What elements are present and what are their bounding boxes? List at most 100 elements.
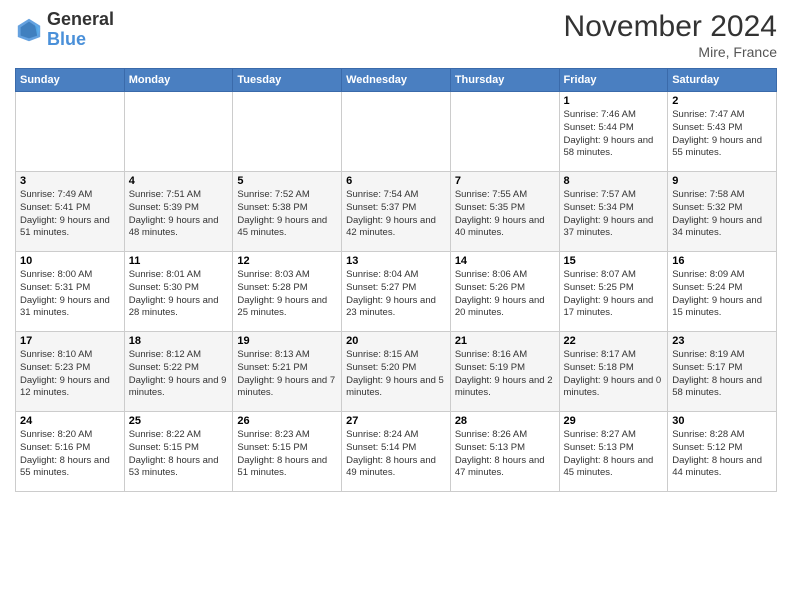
weekday-friday: Friday xyxy=(559,69,668,92)
day-number: 1 xyxy=(564,95,664,107)
weekday-thursday: Thursday xyxy=(450,69,559,92)
calendar-cell: 9 Sunrise: 7:58 AMSunset: 5:32 PMDaylight… xyxy=(668,172,777,252)
weekday-saturday: Saturday xyxy=(668,69,777,92)
day-info: Sunrise: 8:24 AMSunset: 5:14 PMDaylight:… xyxy=(346,429,446,480)
day-info: Sunrise: 7:51 AMSunset: 5:39 PMDaylight:… xyxy=(129,189,229,240)
calendar-cell: 16 Sunrise: 8:09 AMSunset: 5:24 PMDayligh… xyxy=(668,252,777,332)
day-info: Sunrise: 8:10 AMSunset: 5:23 PMDaylight:… xyxy=(20,349,120,400)
day-number: 26 xyxy=(237,415,337,427)
day-number: 25 xyxy=(129,415,229,427)
day-info: Sunrise: 8:27 AMSunset: 5:13 PMDaylight:… xyxy=(564,429,664,480)
header: General Blue November 2024 Mire, France xyxy=(15,10,777,60)
day-number: 5 xyxy=(237,175,337,187)
week-row-3: 10Sunrise: 8:00 AMSunset: 5:31 PMDayligh… xyxy=(16,252,777,332)
day-info: Sunrise: 8:23 AMSunset: 5:15 PMDaylight:… xyxy=(237,429,337,480)
day-number: 6 xyxy=(346,175,446,187)
month-title: November 2024 xyxy=(564,10,777,44)
day-number: 14 xyxy=(455,255,555,267)
day-number: 8 xyxy=(564,175,664,187)
calendar-cell: 29Sunrise: 8:27 AMSunset: 5:13 PMDayligh… xyxy=(559,412,668,492)
calendar-cell: 18 Sunrise: 8:12 AMSunset: 5:22 PMDayligh… xyxy=(124,332,233,412)
calendar-cell: 11 Sunrise: 8:01 AMSunset: 5:30 PMDayligh… xyxy=(124,252,233,332)
day-number: 27 xyxy=(346,415,446,427)
location: Mire, France xyxy=(564,44,777,60)
day-info: Sunrise: 8:01 AMSunset: 5:30 PMDaylight:… xyxy=(129,269,229,320)
day-number: 7 xyxy=(455,175,555,187)
day-number: 4 xyxy=(129,175,229,187)
logo-icon xyxy=(15,16,43,44)
day-number: 13 xyxy=(346,255,446,267)
day-number: 28 xyxy=(455,415,555,427)
day-info: Sunrise: 8:17 AMSunset: 5:18 PMDaylight:… xyxy=(564,349,664,400)
calendar-cell: 2 Sunrise: 7:47 AMSunset: 5:43 PMDaylight… xyxy=(668,92,777,172)
day-info: Sunrise: 7:55 AMSunset: 5:35 PMDaylight:… xyxy=(455,189,555,240)
day-info: Sunrise: 7:57 AMSunset: 5:34 PMDaylight:… xyxy=(564,189,664,240)
day-info: Sunrise: 8:28 AMSunset: 5:12 PMDaylight:… xyxy=(672,429,772,480)
day-number: 9 xyxy=(672,175,772,187)
day-number: 16 xyxy=(672,255,772,267)
page: General Blue November 2024 Mire, France … xyxy=(0,0,792,612)
calendar-cell: 24 Sunrise: 8:20 AMSunset: 5:16 PMDayligh… xyxy=(16,412,125,492)
logo-text: General Blue xyxy=(47,10,114,50)
calendar-cell: 20Sunrise: 8:15 AMSunset: 5:20 PMDayligh… xyxy=(342,332,451,412)
day-info: Sunrise: 8:15 AMSunset: 5:20 PMDaylight:… xyxy=(346,349,446,400)
logo: General Blue xyxy=(15,10,114,50)
calendar-cell: 23 Sunrise: 8:19 AMSunset: 5:17 PMDayligh… xyxy=(668,332,777,412)
calendar-cell: 21Sunrise: 8:16 AMSunset: 5:19 PMDayligh… xyxy=(450,332,559,412)
calendar-cell: 15Sunrise: 8:07 AMSunset: 5:25 PMDayligh… xyxy=(559,252,668,332)
weekday-monday: Monday xyxy=(124,69,233,92)
day-number: 17 xyxy=(20,335,120,347)
day-info: Sunrise: 8:20 AMSunset: 5:16 PMDaylight:… xyxy=(20,429,120,480)
day-info: Sunrise: 7:52 AMSunset: 5:38 PMDaylight:… xyxy=(237,189,337,240)
calendar-cell: 25Sunrise: 8:22 AMSunset: 5:15 PMDayligh… xyxy=(124,412,233,492)
week-row-2: 3 Sunrise: 7:49 AMSunset: 5:41 PMDaylight… xyxy=(16,172,777,252)
calendar-cell xyxy=(342,92,451,172)
day-info: Sunrise: 7:58 AMSunset: 5:32 PMDaylight:… xyxy=(672,189,772,240)
calendar-cell xyxy=(16,92,125,172)
calendar-cell xyxy=(233,92,342,172)
calendar-cell: 17 Sunrise: 8:10 AMSunset: 5:23 PMDayligh… xyxy=(16,332,125,412)
calendar-cell: 4 Sunrise: 7:51 AMSunset: 5:39 PMDaylight… xyxy=(124,172,233,252)
weekday-sunday: Sunday xyxy=(16,69,125,92)
title-block: November 2024 Mire, France xyxy=(564,10,777,60)
day-number: 11 xyxy=(129,255,229,267)
day-info: Sunrise: 8:26 AMSunset: 5:13 PMDaylight:… xyxy=(455,429,555,480)
day-number: 30 xyxy=(672,415,772,427)
day-info: Sunrise: 7:47 AMSunset: 5:43 PMDaylight:… xyxy=(672,109,772,160)
weekday-header-row: SundayMondayTuesdayWednesdayThursdayFrid… xyxy=(16,69,777,92)
week-row-1: 1 Sunrise: 7:46 AMSunset: 5:44 PMDaylight… xyxy=(16,92,777,172)
calendar-cell: 26 Sunrise: 8:23 AMSunset: 5:15 PMDayligh… xyxy=(233,412,342,492)
week-row-4: 17 Sunrise: 8:10 AMSunset: 5:23 PMDayligh… xyxy=(16,332,777,412)
calendar-cell: 19Sunrise: 8:13 AMSunset: 5:21 PMDayligh… xyxy=(233,332,342,412)
day-info: Sunrise: 8:16 AMSunset: 5:19 PMDaylight:… xyxy=(455,349,555,400)
day-number: 3 xyxy=(20,175,120,187)
day-number: 23 xyxy=(672,335,772,347)
calendar-cell: 13Sunrise: 8:04 AMSunset: 5:27 PMDayligh… xyxy=(342,252,451,332)
calendar-cell: 12Sunrise: 8:03 AMSunset: 5:28 PMDayligh… xyxy=(233,252,342,332)
calendar-header: SundayMondayTuesdayWednesdayThursdayFrid… xyxy=(16,69,777,92)
calendar-cell: 27 Sunrise: 8:24 AMSunset: 5:14 PMDayligh… xyxy=(342,412,451,492)
day-number: 24 xyxy=(20,415,120,427)
calendar-cell: 8 Sunrise: 7:57 AMSunset: 5:34 PMDaylight… xyxy=(559,172,668,252)
day-info: Sunrise: 8:12 AMSunset: 5:22 PMDaylight:… xyxy=(129,349,229,400)
day-info: Sunrise: 8:09 AMSunset: 5:24 PMDaylight:… xyxy=(672,269,772,320)
calendar-body: 1 Sunrise: 7:46 AMSunset: 5:44 PMDaylight… xyxy=(16,92,777,492)
day-info: Sunrise: 7:49 AMSunset: 5:41 PMDaylight:… xyxy=(20,189,120,240)
calendar-cell: 1 Sunrise: 7:46 AMSunset: 5:44 PMDaylight… xyxy=(559,92,668,172)
weekday-wednesday: Wednesday xyxy=(342,69,451,92)
calendar-cell xyxy=(450,92,559,172)
day-number: 12 xyxy=(237,255,337,267)
day-number: 18 xyxy=(129,335,229,347)
calendar-cell: 28 Sunrise: 8:26 AMSunset: 5:13 PMDayligh… xyxy=(450,412,559,492)
day-number: 19 xyxy=(237,335,337,347)
day-number: 2 xyxy=(672,95,772,107)
week-row-5: 24 Sunrise: 8:20 AMSunset: 5:16 PMDayligh… xyxy=(16,412,777,492)
day-info: Sunrise: 7:46 AMSunset: 5:44 PMDaylight:… xyxy=(564,109,664,160)
day-info: Sunrise: 8:19 AMSunset: 5:17 PMDaylight:… xyxy=(672,349,772,400)
day-info: Sunrise: 8:06 AMSunset: 5:26 PMDaylight:… xyxy=(455,269,555,320)
calendar-cell xyxy=(124,92,233,172)
day-info: Sunrise: 7:54 AMSunset: 5:37 PMDaylight:… xyxy=(346,189,446,240)
calendar-cell: 14 Sunrise: 8:06 AMSunset: 5:26 PMDayligh… xyxy=(450,252,559,332)
day-number: 10 xyxy=(20,255,120,267)
calendar-cell: 5 Sunrise: 7:52 AMSunset: 5:38 PMDaylight… xyxy=(233,172,342,252)
